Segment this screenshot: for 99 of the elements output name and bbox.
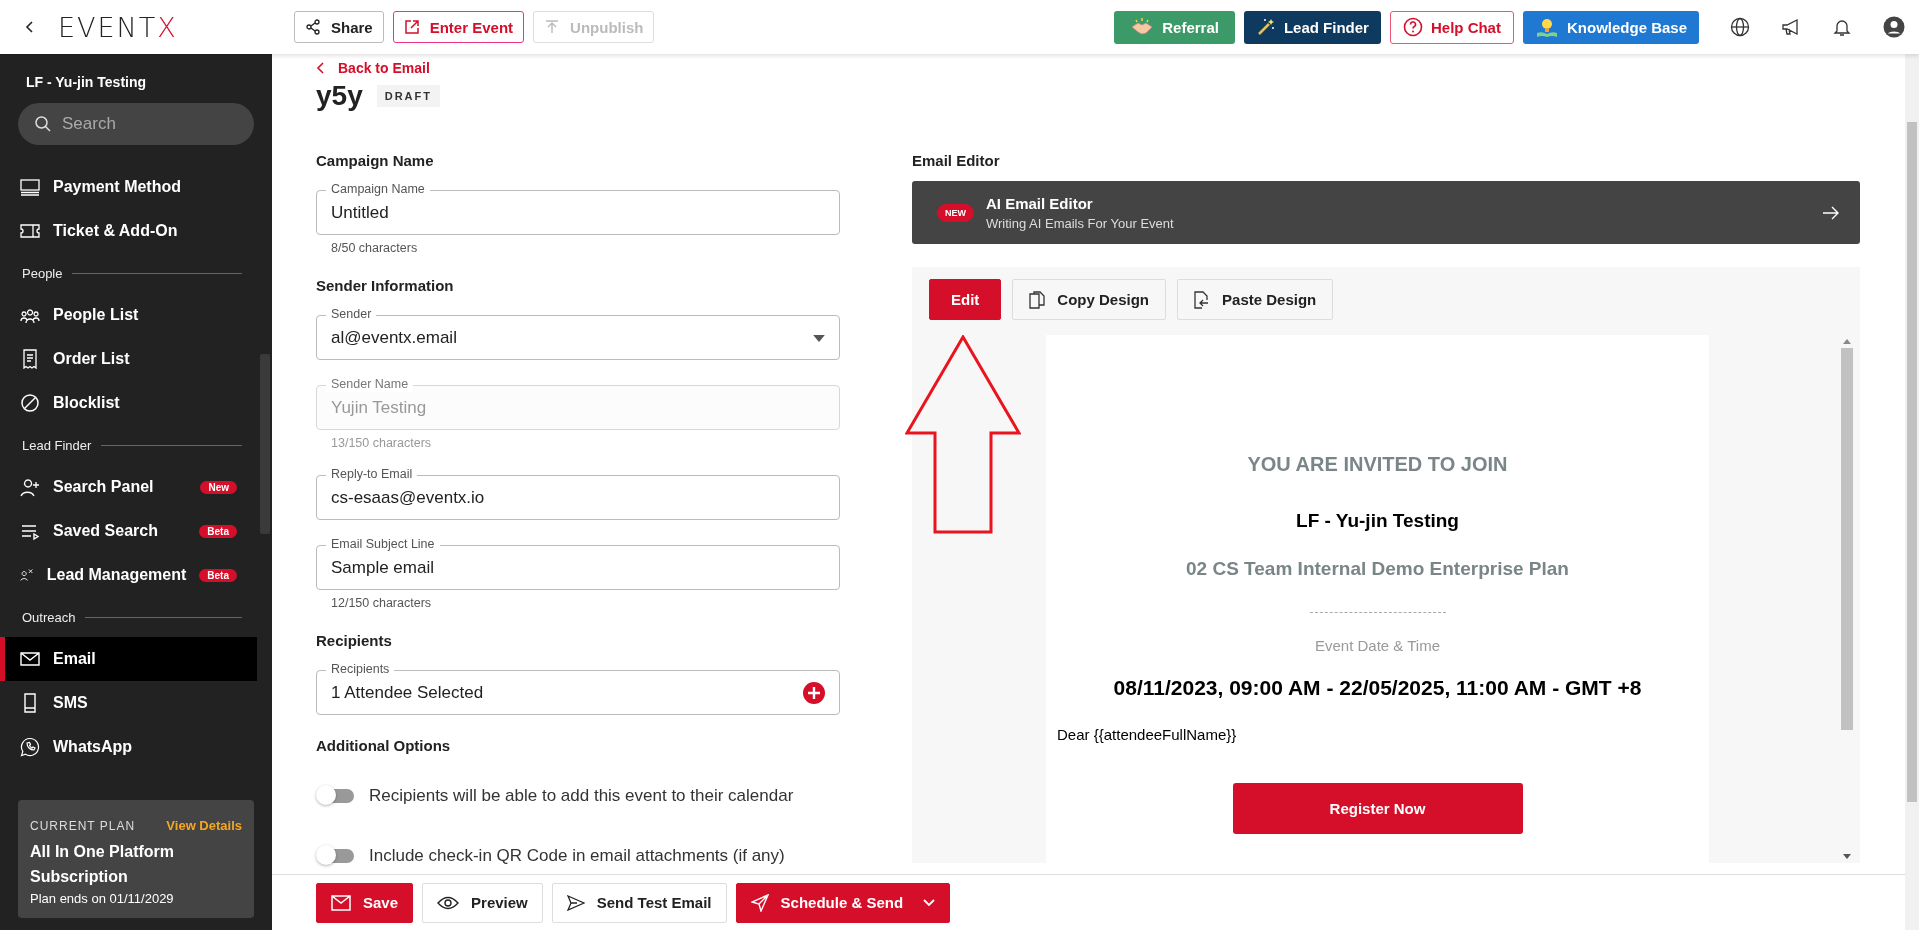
send-icon (750, 893, 769, 912)
sidebar-item[interactable]: Saved Search Beta (0, 509, 237, 553)
plan-name: All In One Platform Subscription (30, 842, 175, 887)
action-button[interactable]: Save (316, 882, 414, 923)
plan-caption: CURRENT PLAN (30, 818, 136, 833)
bell-icon[interactable] (1832, 17, 1852, 37)
editor-tool-button[interactable]: Edit (929, 279, 1002, 320)
option-label: Recipients will be able to add this event to their calendar (369, 786, 794, 806)
section-heading: Email Editor (912, 152, 1001, 169)
toggle-switch[interactable] (316, 788, 354, 804)
section-heading: Additional Options (316, 737, 452, 754)
email-heading: YOU ARE INVITED TO JOIN (1246, 453, 1509, 476)
back-icon[interactable] (24, 21, 36, 33)
sidebar-item[interactable]: Search Panel New (0, 465, 237, 509)
action-button[interactable]: Schedule & Send (735, 882, 951, 923)
input-field[interactable]: Email Subject Line Sample email (316, 536, 840, 590)
event-name: LF - Yu-jin Testing (26, 74, 148, 90)
toolbar-button[interactable]: Share (294, 11, 384, 43)
scroll-down-icon[interactable] (1843, 854, 1851, 859)
status-badge: New (200, 480, 237, 494)
status-badge: Beta (199, 568, 237, 582)
banner-subtitle: Writing AI Emails For Your Event (986, 215, 1175, 231)
greeting-text: Dear {{attendeeFullName}} (1057, 726, 1238, 743)
option-label: Include check-in QR Code in email attachments (if any) (369, 846, 785, 866)
header-button[interactable]: Help Chat (1389, 10, 1514, 44)
eye-icon (437, 895, 460, 910)
header-button[interactable]: Referral (1114, 10, 1235, 44)
input-field[interactable]: Recipients 1 Attendee Selected (316, 661, 840, 715)
sidebar-item[interactable]: Blocklist (0, 381, 237, 425)
header-button[interactable]: Knowledge Base (1522, 10, 1699, 44)
sidebar-item[interactable]: Order List (0, 337, 237, 381)
action-button[interactable]: Send Test Email (551, 882, 727, 923)
input-field[interactable]: Reply-to Email cs-esaas@eventx.io (316, 466, 840, 520)
plan-end-date: Plan ends on 01/11/2029 (30, 891, 175, 906)
section-heading: Campaign Name (316, 152, 435, 169)
arrow-right-icon (1822, 205, 1840, 220)
banner-title: AI Email Editor (986, 194, 1094, 212)
send-icon (566, 894, 585, 911)
section-label: Lead Finder (22, 437, 92, 453)
register-button[interactable]: Register Now (1232, 783, 1523, 834)
menu-item-icon (20, 349, 40, 369)
status-badge: Beta (199, 524, 237, 538)
caret-icon (813, 334, 825, 342)
event-title: LF - Yu-jin Testing (1295, 510, 1460, 532)
sidebar-item[interactable]: Payment Method (0, 165, 237, 209)
action-button[interactable]: Preview (422, 882, 543, 923)
event-date: 08/11/2023, 09:00 AM - 22/05/2025, 11:00 AM - GMT +8 (1112, 676, 1643, 700)
sidebar-item[interactable]: SMS (0, 681, 237, 725)
menu-item-icon (20, 649, 40, 669)
sidebar-item[interactable]: Lead Management Beta (0, 553, 237, 597)
character-counter: 12/150 characters (331, 596, 433, 610)
upload-icon (544, 19, 561, 35)
page-title: y5y (316, 80, 363, 112)
event-subtitle: 02 CS Team Internal Demo Enterprise Plan (1185, 558, 1570, 580)
ai-editor-banner[interactable]: NEW AI Email Editor Writing AI Emails For Your Event (912, 181, 1860, 244)
lightbulb-book-icon (1534, 16, 1559, 38)
input-field[interactable]: Sender al@eventx.email (316, 306, 840, 360)
sidebar-item[interactable]: WhatsApp (0, 725, 237, 769)
sidebar-item[interactable]: Email (0, 637, 257, 681)
add-icon[interactable] (803, 682, 825, 704)
caret-icon[interactable] (923, 898, 936, 907)
editor-tool-button[interactable]: Paste Design (1177, 279, 1334, 320)
section-heading: Recipients (316, 632, 393, 649)
scroll-up-icon[interactable] (1843, 339, 1851, 344)
logo: EVENTX (58, 11, 179, 43)
sidebar-item[interactable]: People List (0, 293, 237, 337)
section-label: People (22, 265, 63, 281)
share-icon (305, 19, 321, 35)
toggle-switch[interactable] (316, 848, 354, 864)
copy-icon (1029, 290, 1046, 309)
menu-item-icon (20, 477, 40, 497)
status-badge: DRAFT (376, 85, 440, 107)
section-heading: Sender Information (316, 277, 455, 294)
editor-tool-button[interactable]: Copy Design (1012, 279, 1167, 320)
envelope-icon (331, 894, 351, 911)
handshake-icon (1130, 17, 1155, 37)
search-icon (34, 115, 52, 133)
header-button[interactable]: Lead Finder (1243, 10, 1381, 44)
menu-item-icon (20, 393, 40, 413)
section-label: Outreach (22, 609, 76, 625)
external-link-icon (403, 19, 420, 35)
menu-item-icon (20, 221, 40, 241)
character-counter: 13/150 characters (331, 436, 433, 450)
back-link[interactable]: Back to Email (338, 60, 430, 76)
toolbar-button[interactable]: Enter Event (392, 11, 525, 43)
character-counter: 8/50 characters (331, 241, 419, 255)
sidebar-item[interactable]: Ticket & Add-On (0, 209, 237, 253)
menu-item-icon (20, 737, 40, 757)
megaphone-icon[interactable] (1781, 17, 1801, 37)
menu-item-icon (20, 177, 40, 197)
search-field[interactable]: Search (18, 103, 254, 145)
globe-icon[interactable] (1730, 17, 1750, 37)
date-caption: Event Date & Time (1313, 637, 1442, 654)
input-field[interactable]: Campaign Name Untitled (316, 181, 840, 235)
view-details-link[interactable]: View Details (166, 818, 242, 833)
new-badge: NEW (937, 203, 974, 222)
help-icon (1402, 17, 1423, 37)
paste-icon (1194, 290, 1211, 309)
user-avatar-icon[interactable] (1883, 16, 1905, 38)
